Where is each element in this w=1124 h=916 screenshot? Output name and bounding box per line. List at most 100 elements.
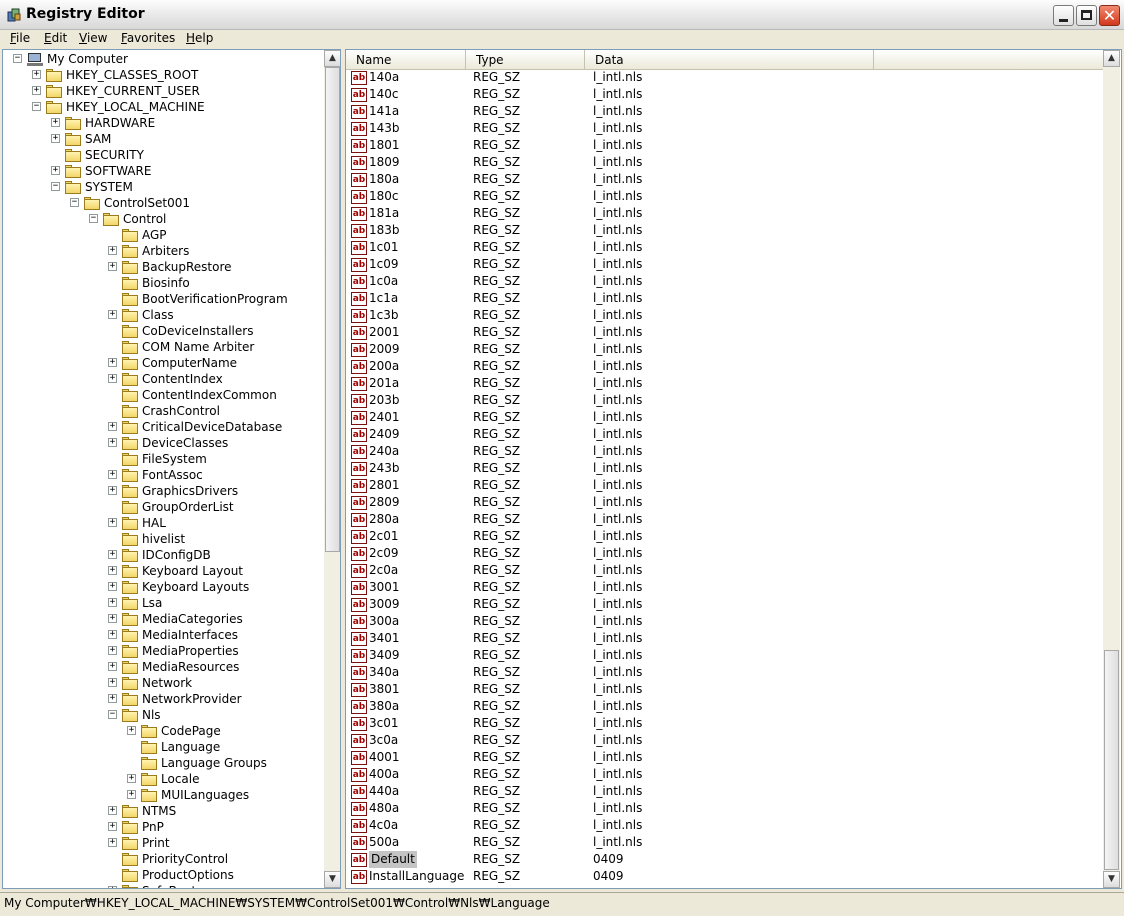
value-row[interactable]: ab 2801 REG_SZ l_intl.nls <box>346 477 1104 494</box>
tree-node[interactable]: Language <box>3 739 321 755</box>
tree-node[interactable]: CoDeviceInstallers <box>3 323 321 339</box>
expand-toggle-icon[interactable]: + <box>108 486 117 495</box>
expand-toggle-icon[interactable]: + <box>108 678 117 687</box>
key-tree-pane[interactable]: − My Computer + HKEY_CLASSES_ROOT + HKEY_CURR… <box>2 49 341 889</box>
value-row[interactable]: ab 200a REG_SZ l_intl.nls <box>346 358 1104 375</box>
expand-toggle-icon[interactable]: + <box>108 470 117 479</box>
tree-node[interactable]: + Locale <box>3 771 321 787</box>
tree-node[interactable]: + HARDWARE <box>3 115 321 131</box>
tree-node[interactable]: + Lsa <box>3 595 321 611</box>
value-row[interactable]: ab 181a REG_SZ l_intl.nls <box>346 205 1104 222</box>
tree-node[interactable]: ProductOptions <box>3 867 321 883</box>
value-row[interactable]: ab 1809 REG_SZ l_intl.nls <box>346 154 1104 171</box>
list-scrollbar[interactable]: ▲ ▼ <box>1103 50 1120 888</box>
menu-edit[interactable]: Edit <box>44 31 67 45</box>
value-row[interactable]: ab 4001 REG_SZ l_intl.nls <box>346 749 1104 766</box>
value-row[interactable]: ab 240a REG_SZ l_intl.nls <box>346 443 1104 460</box>
column-header-type[interactable]: Type <box>466 50 585 70</box>
value-row[interactable]: ab 180a REG_SZ l_intl.nls <box>346 171 1104 188</box>
column-header-name[interactable]: Name <box>346 50 466 70</box>
value-row[interactable]: ab 3009 REG_SZ l_intl.nls <box>346 596 1104 613</box>
value-row[interactable]: ab 3801 REG_SZ l_intl.nls <box>346 681 1104 698</box>
tree-node[interactable]: Biosinfo <box>3 275 321 291</box>
tree-node[interactable]: − ControlSet001 <box>3 195 321 211</box>
expand-toggle-icon[interactable]: + <box>51 166 60 175</box>
expand-toggle-icon[interactable]: + <box>108 422 117 431</box>
value-row[interactable]: ab 143b REG_SZ l_intl.nls <box>346 120 1104 137</box>
value-row[interactable]: ab 3409 REG_SZ l_intl.nls <box>346 647 1104 664</box>
expand-toggle-icon[interactable]: + <box>127 774 136 783</box>
value-row[interactable]: ab 1c09 REG_SZ l_intl.nls <box>346 256 1104 273</box>
tree-node[interactable]: + Keyboard Layout <box>3 563 321 579</box>
tree-node[interactable]: BootVerificationProgram <box>3 291 321 307</box>
collapse-toggle-icon[interactable]: − <box>89 214 98 223</box>
expand-toggle-icon[interactable]: + <box>32 86 41 95</box>
expand-toggle-icon[interactable]: + <box>108 646 117 655</box>
value-row[interactable]: ab 2409 REG_SZ l_intl.nls <box>346 426 1104 443</box>
value-row[interactable]: ab 3c01 REG_SZ l_intl.nls <box>346 715 1104 732</box>
expand-toggle-icon[interactable]: + <box>108 518 117 527</box>
tree-node[interactable]: + GraphicsDrivers <box>3 483 321 499</box>
value-row[interactable]: ab InstallLanguage REG_SZ 0409 <box>346 868 1104 885</box>
expand-toggle-icon[interactable]: + <box>108 262 117 271</box>
expand-toggle-icon[interactable]: + <box>108 550 117 559</box>
expand-toggle-icon[interactable]: + <box>108 662 117 671</box>
tree-node[interactable]: + IDConfigDB <box>3 547 321 563</box>
tree-node[interactable]: − SYSTEM <box>3 179 321 195</box>
value-row[interactable]: ab 300a REG_SZ l_intl.nls <box>346 613 1104 630</box>
tree-node[interactable]: + SafeBoot <box>3 883 321 888</box>
expand-toggle-icon[interactable]: + <box>108 822 117 831</box>
tree-node[interactable]: + CodePage <box>3 723 321 739</box>
expand-toggle-icon[interactable]: + <box>108 374 117 383</box>
tree-node[interactable]: − Nls <box>3 707 321 723</box>
tree-node[interactable]: AGP <box>3 227 321 243</box>
value-row[interactable]: ab 3001 REG_SZ l_intl.nls <box>346 579 1104 596</box>
value-row[interactable]: ab 183b REG_SZ l_intl.nls <box>346 222 1104 239</box>
menu-help[interactable]: Help <box>186 31 213 45</box>
value-row[interactable]: ab 2c01 REG_SZ l_intl.nls <box>346 528 1104 545</box>
expand-toggle-icon[interactable]: + <box>51 134 60 143</box>
value-row[interactable]: ab 280a REG_SZ l_intl.nls <box>346 511 1104 528</box>
minimize-button[interactable] <box>1053 5 1074 26</box>
expand-toggle-icon[interactable]: + <box>108 582 117 591</box>
tree-node[interactable]: + MUILanguages <box>3 787 321 803</box>
maximize-button[interactable] <box>1076 5 1097 26</box>
value-row[interactable]: ab Default REG_SZ 0409 <box>346 851 1104 868</box>
values-list-pane[interactable]: Name Type Data ab 140a REG_SZ l_intl.nls ab 1… <box>345 49 1122 889</box>
collapse-toggle-icon[interactable]: − <box>13 54 22 63</box>
value-row[interactable]: ab 380a REG_SZ l_intl.nls <box>346 698 1104 715</box>
value-row[interactable]: ab 2c0a REG_SZ l_intl.nls <box>346 562 1104 579</box>
tree-scrollbar[interactable]: ▲ ▼ <box>324 50 340 888</box>
tree-node[interactable]: + ComputerName <box>3 355 321 371</box>
tree-node[interactable]: + SOFTWARE <box>3 163 321 179</box>
value-row[interactable]: ab 2401 REG_SZ l_intl.nls <box>346 409 1104 426</box>
menu-view[interactable]: View <box>79 31 107 45</box>
tree-node[interactable]: + HKEY_CLASSES_ROOT <box>3 67 321 83</box>
tree-node[interactable]: + Print <box>3 835 321 851</box>
tree-node[interactable]: − Control <box>3 211 321 227</box>
tree-node[interactable]: + Network <box>3 675 321 691</box>
collapse-toggle-icon[interactable]: − <box>32 102 41 111</box>
tree-node[interactable]: hivelist <box>3 531 321 547</box>
value-row[interactable]: ab 2001 REG_SZ l_intl.nls <box>346 324 1104 341</box>
expand-toggle-icon[interactable]: + <box>108 886 117 888</box>
collapse-toggle-icon[interactable]: − <box>51 182 60 191</box>
value-row[interactable]: ab 243b REG_SZ l_intl.nls <box>346 460 1104 477</box>
tree-node[interactable]: + PnP <box>3 819 321 835</box>
menu-file[interactable]: File <box>10 31 30 45</box>
value-row[interactable]: ab 2c09 REG_SZ l_intl.nls <box>346 545 1104 562</box>
tree-scroll-down-button[interactable]: ▼ <box>324 871 340 888</box>
tree-node[interactable]: CrashControl <box>3 403 321 419</box>
value-row[interactable]: ab 1c3b REG_SZ l_intl.nls <box>346 307 1104 324</box>
value-row[interactable]: ab 500a REG_SZ l_intl.nls <box>346 834 1104 851</box>
tree-node[interactable]: + MediaResources <box>3 659 321 675</box>
value-row[interactable]: ab 141a REG_SZ l_intl.nls <box>346 103 1104 120</box>
expand-toggle-icon[interactable]: + <box>32 70 41 79</box>
value-row[interactable]: ab 140a REG_SZ l_intl.nls <box>346 69 1104 86</box>
value-row[interactable]: ab 480a REG_SZ l_intl.nls <box>346 800 1104 817</box>
tree-node[interactable]: − HKEY_LOCAL_MACHINE <box>3 99 321 115</box>
tree-node[interactable]: PriorityControl <box>3 851 321 867</box>
expand-toggle-icon[interactable]: + <box>108 806 117 815</box>
close-button[interactable]: ✕ <box>1099 5 1120 26</box>
tree-node[interactable]: + BackupRestore <box>3 259 321 275</box>
